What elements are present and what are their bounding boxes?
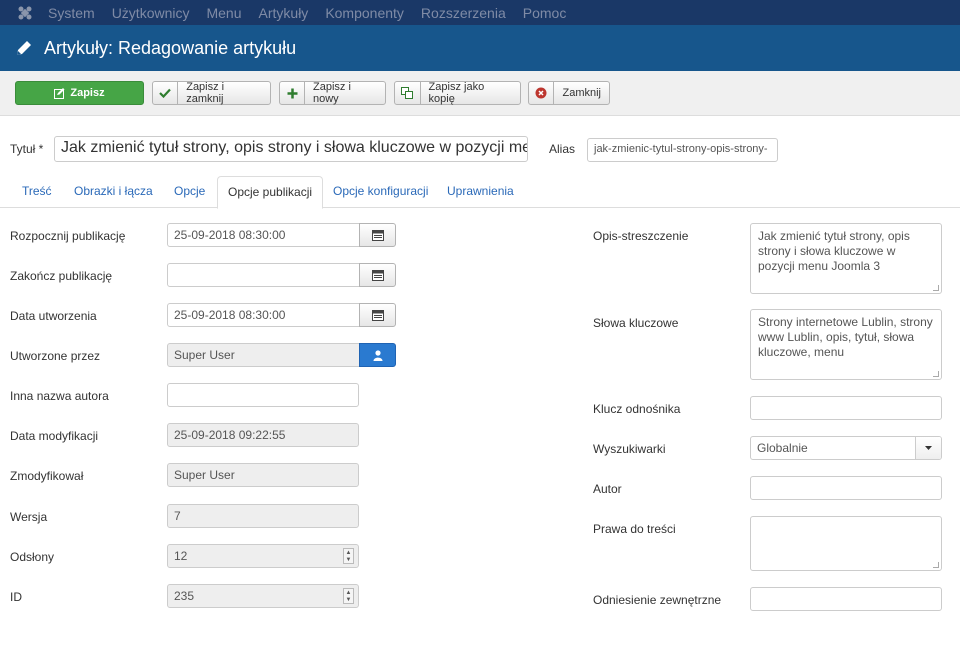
xreference-label: Klucz odnośnika [593, 402, 681, 416]
robots-value: Globalnie [757, 441, 808, 455]
menu-extensions[interactable]: Rozszerzenia [421, 5, 506, 21]
spin-down-icon: ▼ [345, 556, 352, 563]
modified-by-input: Super User [167, 463, 359, 487]
hits-value: 12 [174, 549, 188, 563]
id-input: 235 ▲ ▼ [167, 584, 359, 608]
hits-spinner[interactable]: ▲ ▼ [343, 548, 354, 564]
tab-permissions[interactable]: Uprawnienia [437, 176, 524, 208]
metadesc-label: Opis-streszczenie [593, 229, 689, 243]
calendar-icon [371, 229, 384, 241]
calendar-icon [371, 309, 384, 321]
id-label: ID [10, 590, 22, 604]
save-copy-button[interactable]: Zapisz jako kopię [394, 81, 521, 105]
menu-system[interactable]: System [48, 5, 95, 21]
calendar-icon [371, 269, 384, 281]
tab-images-links[interactable]: Obrazki i łącza [64, 176, 163, 208]
plus-icon [280, 82, 305, 104]
calendar-button[interactable] [359, 303, 396, 327]
id-value: 235 [174, 589, 195, 603]
title-input[interactable]: Jak zmienić tytuł strony, opis strony i … [54, 136, 528, 162]
tab-bar: Treść Obrazki i łącza Opcje Opcje publik… [0, 176, 960, 209]
joomla-logo-icon[interactable] [16, 4, 34, 22]
hits-input: 12 ▲ ▼ [167, 544, 359, 568]
external-reference-label: Odniesienie zewnętrzne [593, 593, 722, 607]
created-label: Data utworzenia [10, 309, 97, 323]
spin-up-icon: ▲ [345, 589, 352, 596]
created-by-input: Super User [167, 343, 360, 367]
user-icon [373, 349, 382, 361]
spin-down-icon: ▼ [345, 596, 352, 603]
publish-up-label: Rozpocznij publikację [10, 229, 126, 243]
modified-by-label: Zmodyfikował [10, 469, 84, 483]
created-by-alias-input[interactable] [167, 383, 359, 407]
rights-label: Prawa do treści [593, 522, 676, 536]
alias-label: Alias [549, 142, 576, 156]
save-button[interactable]: Zapisz [15, 81, 144, 105]
calendar-button[interactable] [359, 223, 396, 247]
metadesc-value: Jak zmienić tytuł strony, opis strony i … [758, 229, 910, 273]
author-input[interactable] [750, 476, 942, 500]
pencil-icon [17, 41, 31, 55]
close-icon [529, 82, 555, 104]
version-input: 7 [167, 504, 359, 528]
close-button[interactable]: Zamknij [528, 81, 610, 105]
metakey-textarea[interactable]: Strony internetowe Lublin, strony www Lu… [750, 309, 942, 380]
tab-content[interactable]: Treść [12, 176, 62, 208]
resize-handle-icon[interactable] [933, 371, 939, 377]
top-menu-bar: System Użytkownicy Menu Artykuły Kompone… [0, 0, 960, 25]
select-user-button[interactable] [359, 343, 396, 367]
rights-textarea[interactable] [750, 516, 942, 571]
menu-components[interactable]: Komponenty [325, 5, 404, 21]
modified-label: Data modyfikacji [10, 429, 99, 443]
xreference-input[interactable] [750, 396, 942, 420]
tab-publishing[interactable]: Opcje publikacji [217, 176, 324, 209]
robots-select[interactable]: Globalnie [750, 436, 942, 460]
hits-label: Odsłony [10, 550, 55, 564]
save-close-button[interactable]: Zapisz i zamknij [152, 81, 271, 105]
copy-icon [395, 82, 421, 104]
version-label: Wersja [10, 510, 48, 524]
author-label: Autor [593, 482, 622, 496]
calendar-button[interactable] [359, 263, 396, 287]
alias-input[interactable]: jak-zmienic-tytul-strony-opis-strony- [587, 138, 778, 162]
edit-icon [54, 82, 65, 104]
created-by-label: Utworzone przez [10, 349, 101, 363]
menu-help[interactable]: Pomoc [523, 5, 567, 21]
menu-menus[interactable]: Menu [206, 5, 241, 21]
publish-down-input[interactable] [167, 263, 360, 287]
modified-input: 25-09-2018 09:22:55 [167, 423, 359, 447]
save-new-button[interactable]: Zapisz i nowy [279, 81, 386, 105]
external-reference-input[interactable] [750, 587, 942, 611]
spin-up-icon: ▲ [345, 549, 352, 556]
page-title: Artykuły: Redagowanie artykułu [44, 37, 297, 58]
metakey-value: Strony internetowe Lublin, strony www Lu… [758, 315, 933, 359]
publish-down-label: Zakończ publikację [10, 269, 113, 283]
caret-down-icon [915, 437, 941, 459]
created-by-alias-label: Inna nazwa autora [10, 389, 109, 403]
tab-options[interactable]: Opcje [164, 176, 215, 208]
resize-handle-icon[interactable] [933, 562, 939, 568]
resize-handle-icon[interactable] [933, 285, 939, 291]
menu-users[interactable]: Użytkownicy [112, 5, 190, 21]
metakey-label: Słowa kluczowe [593, 316, 679, 330]
menu-articles[interactable]: Artykuły [259, 5, 309, 21]
toolbar: Zapisz Zapisz i zamknij Zapisz i nowy Za… [0, 71, 960, 116]
robots-label: Wyszukiwarki [593, 442, 666, 456]
created-input[interactable]: 25-09-2018 08:30:00 [167, 303, 360, 327]
title-label: Tytuł * [10, 142, 44, 156]
title-bar: Artykuły: Redagowanie artykułu [0, 25, 960, 71]
id-spinner[interactable]: ▲ ▼ [343, 588, 354, 604]
check-icon [153, 82, 179, 104]
metadesc-textarea[interactable]: Jak zmienić tytuł strony, opis strony i … [750, 223, 942, 294]
tab-configure-edit[interactable]: Opcje konfiguracji [323, 176, 438, 208]
publish-up-input[interactable]: 25-09-2018 08:30:00 [167, 223, 360, 247]
